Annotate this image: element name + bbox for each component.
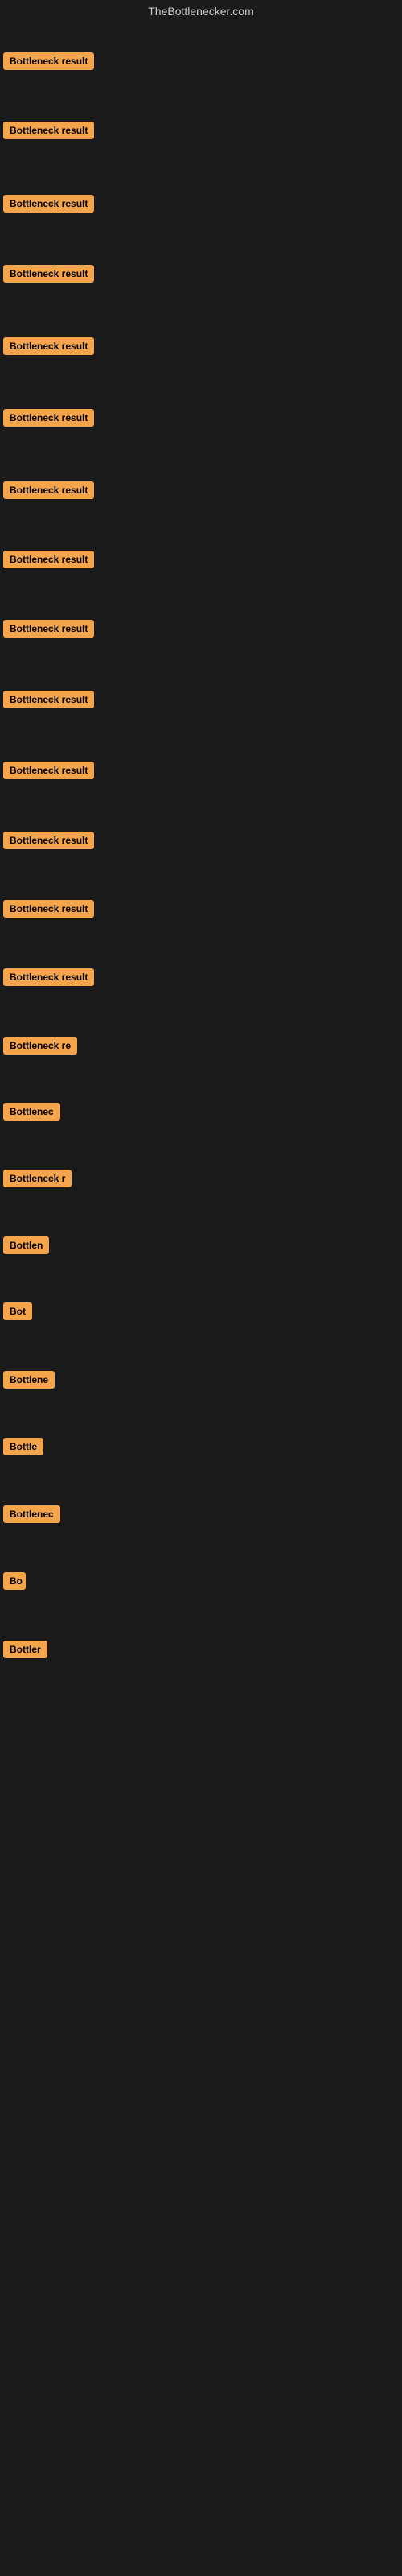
bottleneck-badge-10[interactable]: Bottleneck result <box>3 691 94 708</box>
bottleneck-badge-4[interactable]: Bottleneck result <box>3 265 94 283</box>
bottleneck-badge-19[interactable]: Bot <box>3 1302 32 1320</box>
bottleneck-badge-12[interactable]: Bottleneck result <box>3 832 94 849</box>
bottleneck-badge-23[interactable]: Bo <box>3 1572 26 1590</box>
bottleneck-badge-7[interactable]: Bottleneck result <box>3 481 94 499</box>
site-title: TheBottlenecker.com <box>0 0 402 23</box>
bottleneck-badge-20[interactable]: Bottlene <box>3 1371 55 1389</box>
bottleneck-badge-16[interactable]: Bottlenec <box>3 1103 60 1121</box>
bottleneck-badge-21[interactable]: Bottle <box>3 1438 43 1455</box>
bottleneck-badge-14[interactable]: Bottleneck result <box>3 968 94 986</box>
bottleneck-badge-9[interactable]: Bottleneck result <box>3 620 94 638</box>
bottleneck-badge-24[interactable]: Bottler <box>3 1641 47 1658</box>
bottleneck-badge-3[interactable]: Bottleneck result <box>3 195 94 213</box>
bottleneck-badge-13[interactable]: Bottleneck result <box>3 900 94 918</box>
bottleneck-badge-8[interactable]: Bottleneck result <box>3 551 94 568</box>
bottleneck-badge-18[interactable]: Bottlen <box>3 1236 49 1254</box>
bottleneck-badge-22[interactable]: Bottlenec <box>3 1505 60 1523</box>
bottleneck-badge-5[interactable]: Bottleneck result <box>3 337 94 355</box>
bottleneck-badge-15[interactable]: Bottleneck re <box>3 1037 77 1055</box>
bottleneck-badge-2[interactable]: Bottleneck result <box>3 122 94 139</box>
bottleneck-badge-6[interactable]: Bottleneck result <box>3 409 94 427</box>
bottleneck-badge-1[interactable]: Bottleneck result <box>3 52 94 70</box>
bottleneck-badge-17[interactable]: Bottleneck r <box>3 1170 72 1187</box>
bottleneck-badge-11[interactable]: Bottleneck result <box>3 762 94 779</box>
